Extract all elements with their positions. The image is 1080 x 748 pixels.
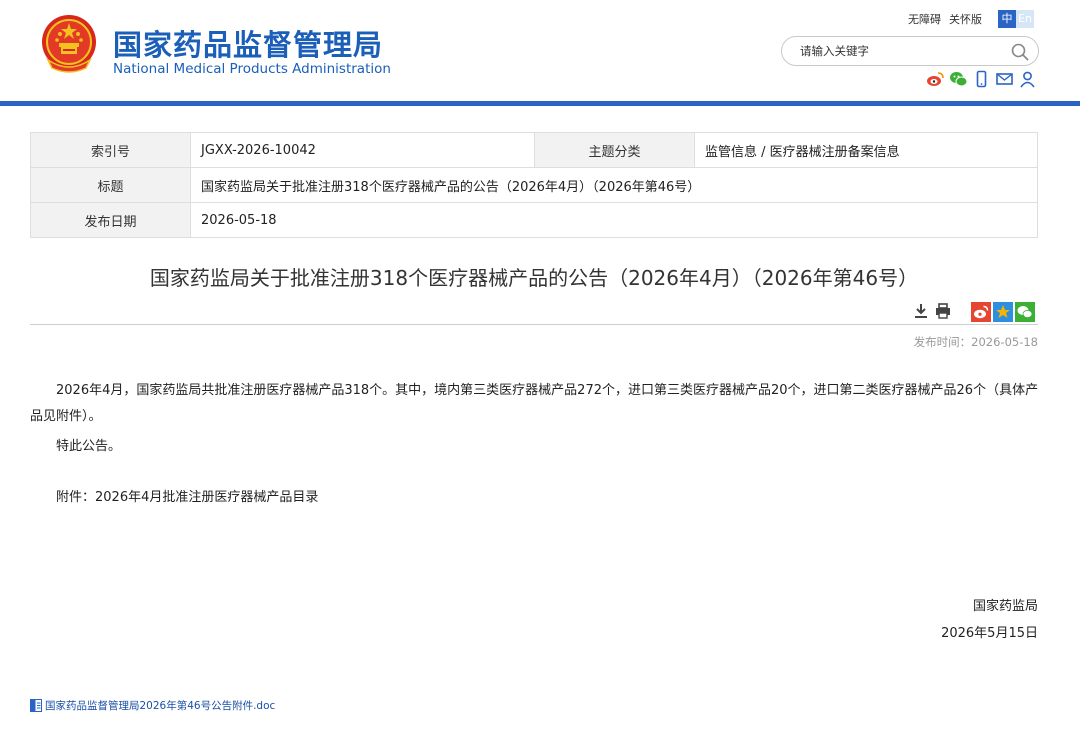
language-switch: 中 En (998, 10, 1034, 28)
site-title-en[interactable]: National Medical Products Administration (113, 61, 391, 77)
print-icon[interactable] (934, 302, 952, 320)
site-title-cn[interactable]: 国家药品监督管理局 (113, 22, 383, 64)
body-paragraph: 2026年4月，国家药监局共批准注册医疗器械产品318个。其中，境内第三类医疗器… (30, 383, 1039, 424)
attachment-note: 附件：2026年4月批准注册医疗器械产品目录 (56, 490, 319, 505)
national-emblem-icon (42, 15, 96, 73)
attachment-link[interactable]: 国家药品监督管理局2026年第46号公告附件.doc (30, 698, 275, 713)
signature-date: 2026年5月15日 (941, 626, 1038, 641)
weibo-icon[interactable] (926, 70, 945, 88)
accessibility-link[interactable]: 无障碍 (908, 11, 941, 27)
article-body: 2026年4月，国家药监局共批准注册医疗器械产品318个。其中，境内第三类医疗器… (30, 378, 1040, 460)
body-paragraph: 特此公告。 (56, 439, 122, 454)
title-divider (30, 324, 1038, 325)
site-header: 国家药品监督管理局 National Medical Products Admi… (0, 0, 1080, 102)
user-icon[interactable] (1018, 70, 1037, 88)
search-icon[interactable] (1010, 42, 1030, 62)
article-meta-table: 索引号 JGXX-2026-10042 主题分类 监管信息 / 医疗器械注册备案… (30, 132, 1038, 238)
download-icon[interactable] (912, 302, 930, 320)
qzone-share-icon[interactable] (993, 302, 1013, 322)
lang-en-button[interactable]: En (1016, 10, 1034, 28)
signature-org: 国家药监局 (972, 599, 1038, 614)
wechat-share-icon[interactable] (1015, 302, 1035, 322)
index-value: JGXX-2026-10042 (190, 132, 535, 168)
date-value: 2026-05-18 (190, 202, 1038, 238)
article-title: 国家药监局关于批准注册318个医疗器械产品的公告（2026年4月）（2026年第… (149, 266, 919, 290)
header-divider (0, 101, 1080, 106)
title-value: 国家药监局关于批准注册318个医疗器械产品的公告（2026年4月）（2026年第… (190, 167, 1038, 203)
weibo-share-icon[interactable] (971, 302, 991, 322)
mobile-icon[interactable] (972, 70, 991, 88)
social-links (926, 70, 1037, 88)
wechat-icon[interactable] (949, 70, 968, 88)
title-label: 标题 (30, 167, 191, 203)
category-label: 主题分类 (534, 132, 695, 168)
publish-time: 发布时间：2026-05-18 (913, 335, 1038, 349)
meta-row: 索引号 JGXX-2026-10042 主题分类 监管信息 / 医疗器械注册备案… (30, 132, 1038, 168)
index-label: 索引号 (30, 132, 191, 168)
lang-zh-button[interactable]: 中 (998, 10, 1016, 28)
top-links: 无障碍 关怀版 中 En (908, 10, 1034, 28)
article-tools (912, 302, 952, 320)
search-input[interactable] (798, 42, 998, 60)
category-value: 监管信息 / 医疗器械注册备案信息 (694, 132, 1038, 168)
date-label: 发布日期 (30, 202, 191, 238)
share-buttons (971, 302, 1035, 322)
search-box (781, 36, 1039, 66)
attachment-filename[interactable]: 国家药品监督管理局2026年第46号公告附件.doc (45, 698, 275, 713)
meta-row: 标题 国家药监局关于批准注册318个医疗器械产品的公告（2026年4月）（202… (30, 167, 1038, 203)
word-doc-icon (30, 699, 42, 712)
mail-icon[interactable] (995, 70, 1014, 88)
care-mode-link[interactable]: 关怀版 (949, 11, 982, 27)
meta-row: 发布日期 2026-05-18 (30, 202, 1038, 238)
